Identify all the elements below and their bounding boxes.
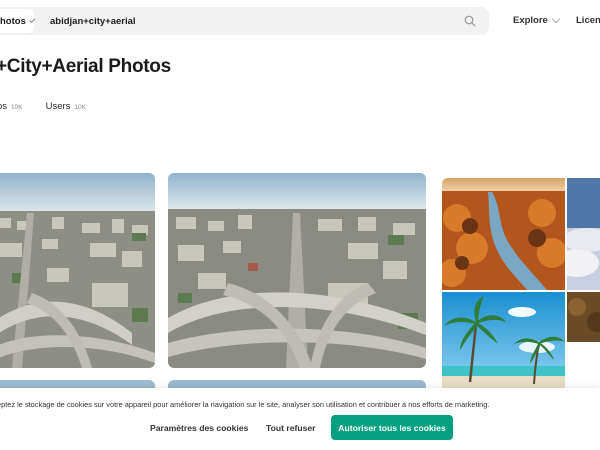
search-bar[interactable]: hotos [0, 7, 489, 35]
photo-card-tropical-beach[interactable] [442, 292, 565, 392]
photo-card-forest[interactable] [567, 292, 600, 342]
cookie-banner: eptez le stockage de cookies sur votre a… [0, 388, 600, 450]
search-input[interactable] [50, 12, 430, 30]
tab-users[interactable]: Users 10K [46, 101, 86, 112]
photo-card-aerial-interchange-1[interactable] [0, 173, 155, 368]
aerial-interchange-image [168, 173, 426, 368]
tab-count: 10K [11, 104, 23, 111]
aerial-interchange-image [0, 173, 155, 368]
autumn-river-image [442, 178, 565, 290]
explore-menu[interactable]: Explore [513, 14, 561, 26]
tropical-beach-image [442, 292, 565, 392]
cookie-settings-button[interactable]: Paramètres des cookies [150, 423, 248, 433]
tab-photos[interactable]: os 10K [0, 101, 23, 112]
refuse-all-button[interactable]: Tout refuser [266, 423, 316, 433]
chevron-down-icon [551, 14, 561, 24]
cookie-message: eptez le stockage de cookies sur votre a… [0, 400, 490, 409]
photo-card-clouds[interactable] [567, 178, 600, 290]
result-tabs: os 10K Users 10K [0, 101, 86, 112]
page-title: +City+Aerial Photos [0, 56, 171, 77]
tab-count: 10K [74, 104, 87, 111]
top-header: hotos Explore Licens [0, 0, 600, 42]
forest-image [567, 292, 600, 342]
search-icon[interactable] [464, 15, 476, 27]
media-type-label: hotos [0, 15, 26, 27]
photo-card-autumn-river[interactable] [442, 178, 565, 290]
clouds-image [567, 178, 600, 290]
license-link[interactable]: Licens [576, 15, 600, 26]
chevron-down-icon [29, 16, 36, 23]
media-type-dropdown[interactable]: hotos [0, 9, 36, 33]
tab-label: os [0, 101, 8, 112]
tab-label: Users [45, 101, 71, 112]
photo-card-aerial-interchange-2[interactable] [168, 173, 426, 368]
explore-label: Explore [513, 15, 548, 26]
accept-all-cookies-button[interactable]: Autoriser tous les cookies [331, 415, 453, 440]
